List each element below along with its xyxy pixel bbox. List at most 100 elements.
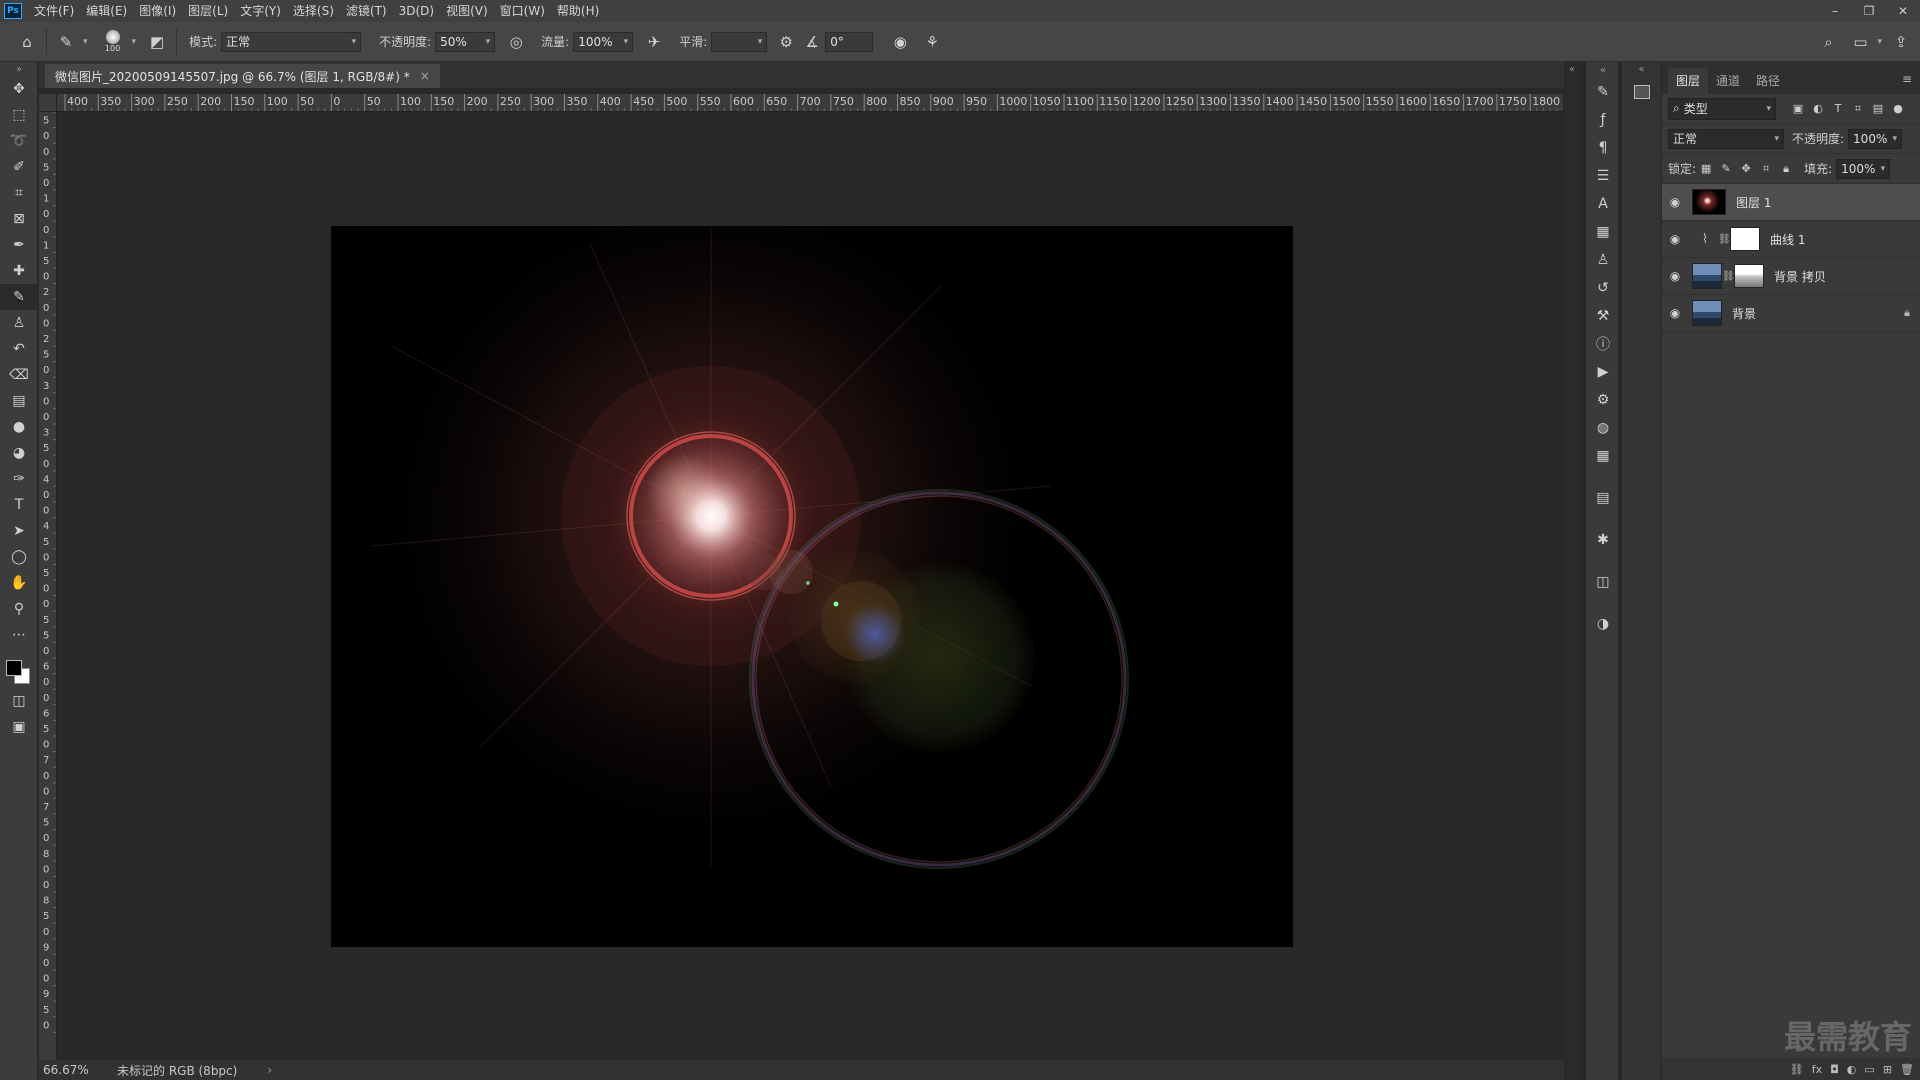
color-icon[interactable]: ◑ (1586, 610, 1620, 638)
collapse-icon[interactable]: » (0, 62, 38, 76)
tool-presets-icon[interactable]: ⚒ (1586, 302, 1620, 330)
flow-input[interactable]: 100% ▾ (573, 31, 634, 52)
type-tool-icon[interactable]: T (0, 492, 38, 518)
menu-layer[interactable]: 图层(L) (182, 0, 234, 22)
healing-brush-tool-icon[interactable]: ✚ (0, 258, 38, 284)
menu-window[interactable]: 窗口(W) (494, 0, 551, 22)
chevron-down-icon[interactable]: ▾ (1877, 37, 1882, 47)
menu-help[interactable]: 帮助(H) (551, 0, 605, 22)
quick-select-tool-icon[interactable]: ✐ (0, 154, 38, 180)
menu-filter[interactable]: 滤镜(T) (340, 0, 393, 22)
layer-name[interactable]: 曲线 1 (1770, 231, 1920, 248)
ruler-origin[interactable] (39, 94, 57, 112)
photoshop-logo[interactable]: Ps (4, 3, 22, 19)
new-adjustment-icon[interactable]: ◐ (1847, 1063, 1857, 1076)
more-tools-icon[interactable]: ⋯ (0, 622, 38, 648)
angle-input[interactable]: 0° (825, 31, 874, 52)
layer-row-background[interactable]: ◉ 背景 🔒︎ (1662, 295, 1920, 332)
brush-tool-icon[interactable]: ✎ (0, 284, 38, 310)
brush-tool-preset-icon[interactable]: ✎ (53, 29, 79, 55)
link-layers-icon[interactable]: ⛓ (1790, 1063, 1804, 1076)
zoom-tool-icon[interactable]: ⚲ (0, 596, 38, 622)
pixel-filter-icon[interactable]: ▣ (1788, 99, 1808, 119)
layer-opacity-input[interactable]: 100% ▾ (1848, 128, 1903, 149)
ruler-horizontal[interactable]: 400 350 300 250 200 150 100 50 0 50 100 150 200 250 30… (57, 94, 1563, 112)
document-canvas[interactable] (331, 226, 1293, 947)
close-button[interactable]: ✕ (1886, 0, 1920, 22)
menu-image[interactable]: 图像(I) (133, 0, 182, 22)
lock-position-icon[interactable]: ✥ (1736, 159, 1756, 179)
layer-name[interactable]: 背景 (1732, 305, 1894, 322)
clone-stamp-tool-icon[interactable]: ♙ (0, 310, 38, 336)
airbrush-icon[interactable]: ✈ (641, 29, 667, 55)
clone-source-icon[interactable]: ♙ (1586, 246, 1620, 274)
home-icon[interactable]: ⌂ (14, 29, 40, 55)
notes-icon[interactable]: ▤ (1586, 484, 1620, 512)
menu-view[interactable]: 视图(V) (440, 0, 494, 22)
eyedropper-tool-icon[interactable]: ✒ (0, 232, 38, 258)
link-icon[interactable]: ⛓ (1718, 234, 1731, 245)
lock-artboard-icon[interactable]: ⌗ (1756, 159, 1776, 179)
frame-tool-icon[interactable]: ⊠ (0, 206, 38, 232)
search-icon[interactable]: ⌕ (1815, 29, 1841, 55)
tab-paths[interactable]: 路径 (1748, 68, 1788, 94)
ruler-vertical[interactable]: 0 5 0 0 5 0 1 0 0 1 5 0 2 0 0 2 5 0 3 0 0 3 5 0 4 0 0 4 5 0 5 0 0 5 5 0 6 0 0 6… (39, 94, 57, 1060)
dodge-tool-icon[interactable]: ◕ (0, 440, 38, 466)
pressure-opacity-icon[interactable]: ◎ (503, 29, 529, 55)
eye-icon[interactable]: ◉ (1662, 269, 1688, 283)
chevron-down-icon[interactable]: ▾ (83, 37, 88, 47)
trash-icon[interactable]: 🗑︎ (1900, 1063, 1914, 1076)
gear-icon[interactable]: ⚙ (773, 29, 799, 55)
menu-type[interactable]: 文字(Y) (234, 0, 287, 22)
brush-preset-picker[interactable]: 100 (98, 27, 128, 57)
menu-3d[interactable]: 3D(D) (393, 0, 440, 22)
collapse-icon[interactable]: « (1586, 62, 1620, 78)
mode-select[interactable]: 正常 ▾ (221, 31, 362, 52)
layer-name[interactable]: 背景 拷贝 (1774, 268, 1920, 285)
shape-filter-icon[interactable]: ⌗ (1848, 99, 1868, 119)
type-filter-icon[interactable]: T (1828, 99, 1848, 119)
add-mask-icon[interactable]: ◘ (1830, 1063, 1839, 1076)
layer-filter-select[interactable]: ⌕ 类型 ▾ (1668, 97, 1776, 120)
smart-object-filter-icon[interactable]: ▤ (1868, 99, 1888, 119)
paragraph-icon[interactable]: ¶ (1586, 134, 1620, 162)
character-icon[interactable]: A (1586, 190, 1620, 218)
panel-toggle-icon[interactable] (1633, 85, 1650, 99)
hand-tool-icon[interactable]: ✋ (0, 570, 38, 596)
zoom-level[interactable]: 66.67% (43, 1063, 113, 1077)
document-tab[interactable]: 微信图片_20200509145507.jpg @ 66.7% (图层 1, R… (45, 64, 440, 88)
fx-icon[interactable]: fx (1812, 1063, 1822, 1076)
gradient-tool-icon[interactable]: ▤ (0, 388, 38, 414)
tab-layers[interactable]: 图层 (1668, 68, 1709, 94)
3d-icon[interactable]: ◍ (1586, 414, 1620, 442)
collapse-icon[interactable]: « (1622, 64, 1661, 75)
eye-icon[interactable]: ◉ (1662, 306, 1688, 320)
lock-all-icon[interactable]: 🔒︎ (1776, 159, 1796, 179)
close-icon[interactable]: × (420, 69, 430, 83)
adjustment-filter-icon[interactable]: ◐ (1808, 99, 1828, 119)
history-icon[interactable]: ↺ (1586, 274, 1620, 302)
workspace-icon[interactable]: ▭ (1847, 29, 1873, 55)
lock-pixels-icon[interactable]: ✎ (1716, 159, 1736, 179)
layer-row-layer1[interactable]: ◉ 图层 1 (1662, 184, 1920, 221)
opacity-input[interactable]: 50% ▾ (435, 31, 496, 52)
quick-mask-icon[interactable]: ◫ (0, 688, 38, 714)
navigator-icon[interactable]: ◫ (1586, 568, 1620, 596)
status-menu-arrow[interactable]: › (267, 1063, 272, 1077)
move-tool-icon[interactable]: ✥ (0, 76, 38, 102)
filter-toggle-icon[interactable]: ● (1888, 99, 1908, 119)
brush-settings-icon[interactable]: ✎ (1586, 78, 1620, 106)
fill-input[interactable]: 100% ▾ (1836, 158, 1891, 179)
path-select-tool-icon[interactable]: ➤ (0, 518, 38, 544)
info-icon[interactable]: ⓘ (1586, 330, 1620, 358)
menu-select[interactable]: 选择(S) (287, 0, 340, 22)
restore-button[interactable]: ❐ (1852, 0, 1886, 22)
collapse-icon[interactable]: « (1564, 64, 1580, 75)
blur-tool-icon[interactable]: ● (0, 414, 38, 440)
minimize-button[interactable]: – (1818, 0, 1852, 22)
smoothing-input[interactable]: ▾ (711, 31, 768, 52)
layer-name[interactable]: 图层 1 (1736, 194, 1920, 211)
canvas-workspace[interactable] (58, 113, 1564, 1060)
screen-mode-icon[interactable]: ▣ (0, 714, 38, 740)
menu-file[interactable]: 文件(F) (28, 0, 80, 22)
